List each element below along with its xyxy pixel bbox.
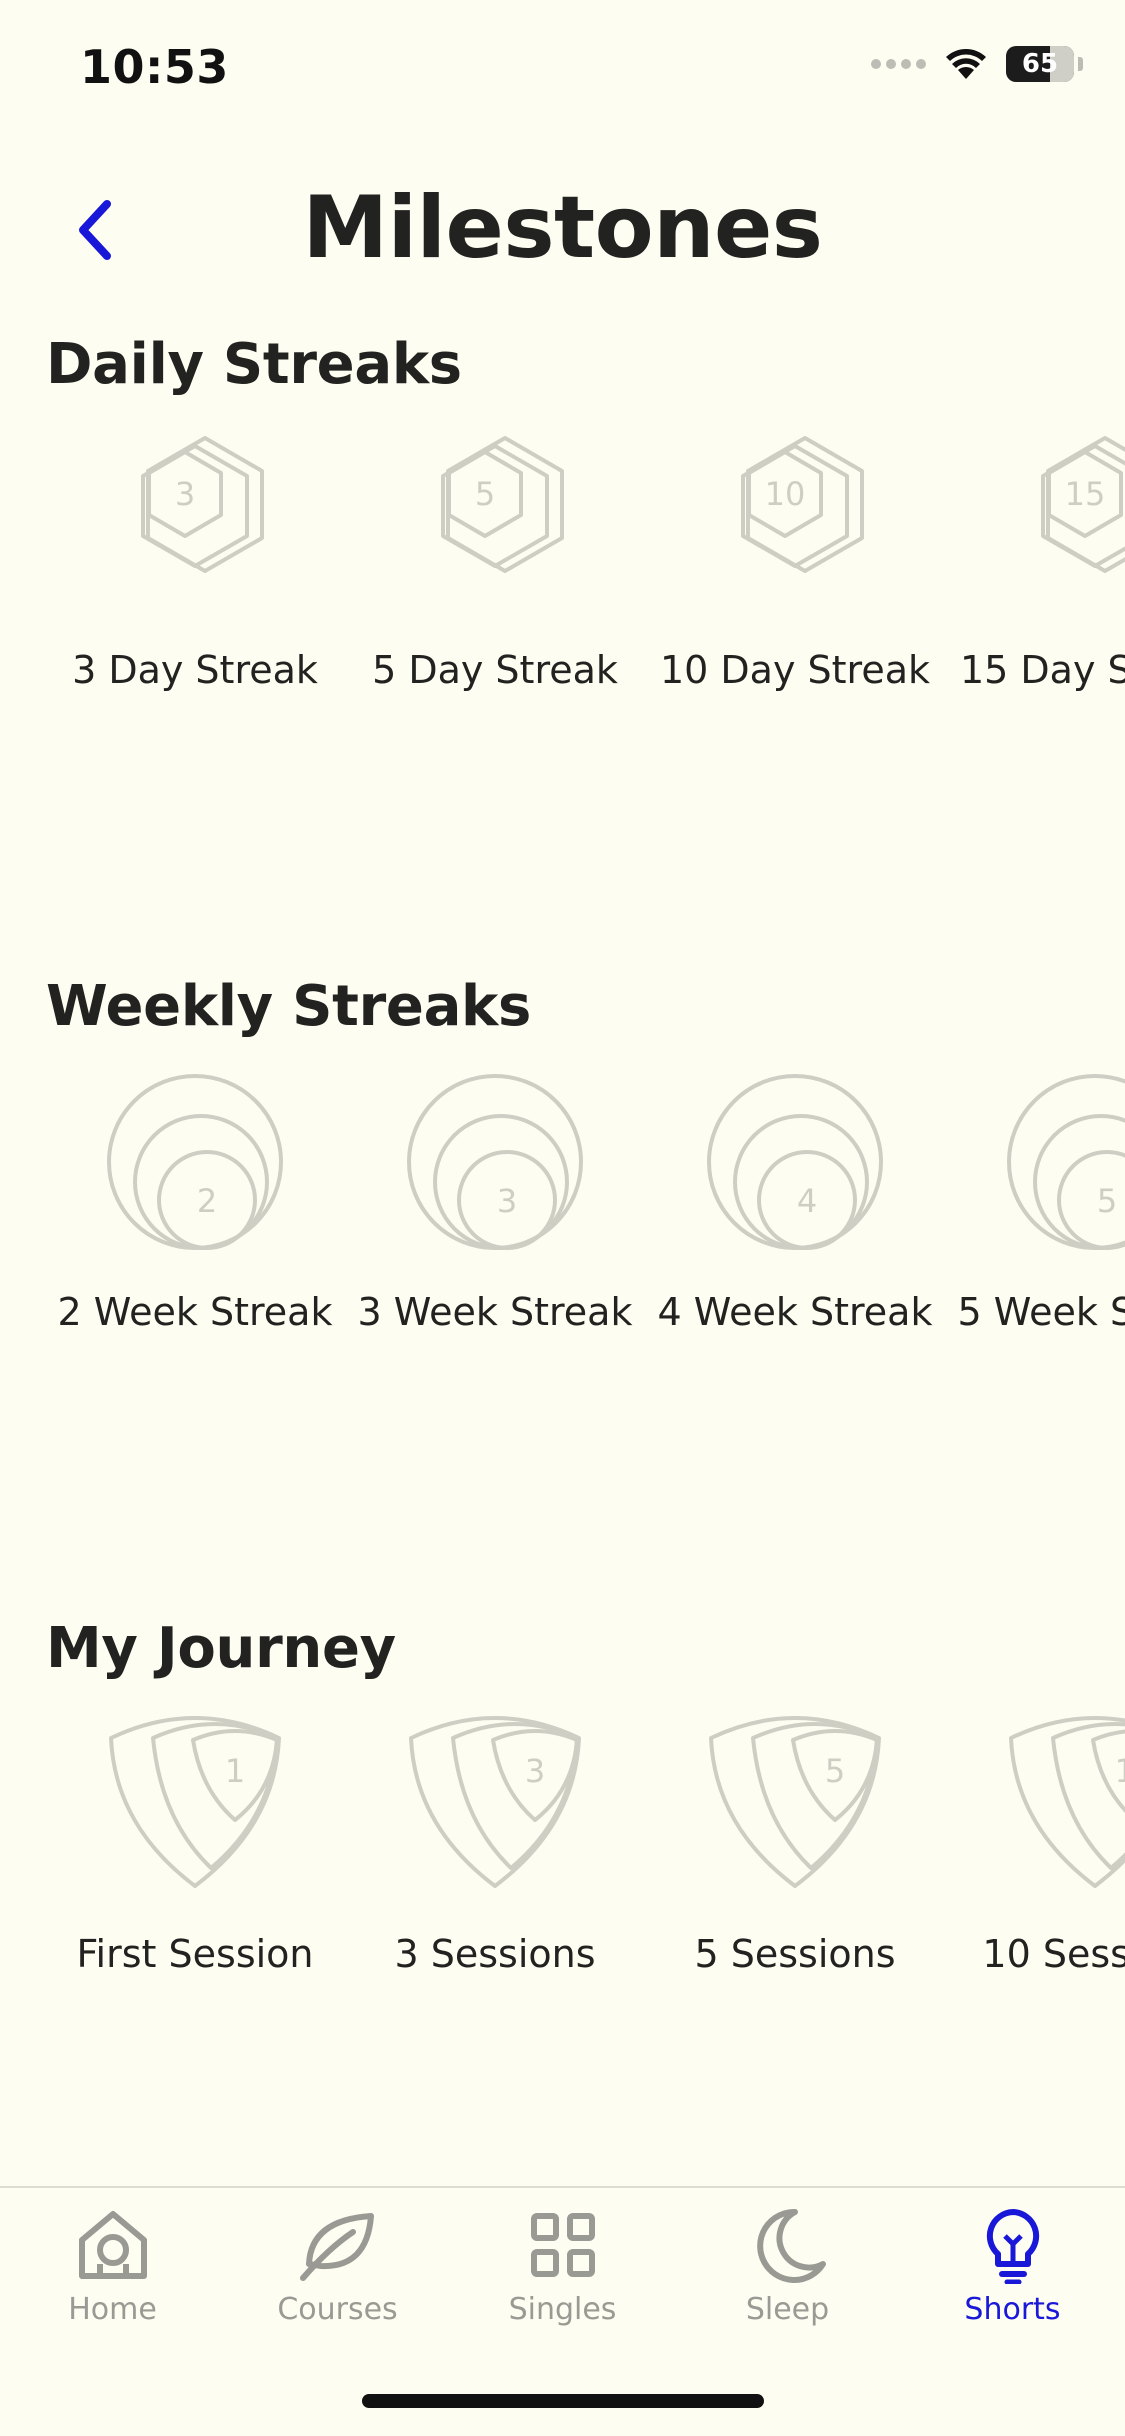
battery-icon: 65 — [1006, 46, 1074, 82]
svg-text:5: 5 — [825, 1752, 845, 1790]
svg-text:3: 3 — [525, 1752, 545, 1790]
svg-text:3: 3 — [175, 475, 195, 513]
battery-tip — [1078, 57, 1083, 71]
badge-label: First Session — [76, 1932, 314, 1976]
tab-singles[interactable]: Singles — [450, 2206, 675, 2356]
status-icons: 65 — [871, 46, 1083, 82]
badge-label: 5 Week Streak — [957, 1290, 1125, 1334]
tab-label: Singles — [508, 2292, 617, 2327]
hexagon-badge-icon: 10 — [741, 436, 864, 573]
wifi-icon — [946, 49, 986, 79]
badge-row: 1 First Session 3 3 Sessions 5 5 Session… — [0, 1716, 1125, 2046]
cellular-signal-icon — [871, 59, 926, 69]
badge-label: 5 Day Streak — [372, 648, 618, 692]
svg-text:2: 2 — [197, 1182, 217, 1220]
badge-2-week-streak[interactable]: 2 2 Week Streak — [45, 1074, 345, 1404]
tab-label: Shorts — [964, 2292, 1061, 2327]
status-time: 10:53 — [80, 40, 229, 94]
svg-text:3: 3 — [497, 1182, 517, 1220]
circle-badge-icon: 5 — [1007, 1074, 1125, 1250]
shield-badge-icon: 10 — [1009, 1716, 1125, 1888]
circle-badge-icon: 4 — [707, 1074, 883, 1250]
badge-4-week-streak[interactable]: 4 4 Week Streak — [645, 1074, 945, 1404]
tab-sleep[interactable]: Sleep — [675, 2206, 900, 2356]
svg-text:10: 10 — [1115, 1752, 1125, 1790]
hexagon-badge-icon: 3 — [141, 436, 264, 573]
badge-10-sessions[interactable]: 10 10 Sessions — [945, 1716, 1125, 2046]
tab-shorts[interactable]: Shorts — [900, 2206, 1125, 2356]
svg-text:15: 15 — [1065, 475, 1106, 513]
badge-row: 3 3 Day Streak 5 5 Day Streak 10 10 Day … — [0, 432, 1125, 762]
badge-label: 3 Day Streak — [72, 648, 318, 692]
badge-label: 10 Day Streak — [659, 648, 931, 692]
badge-row: 2 2 Week Streak 3 3 Week Streak 4 4 Week… — [0, 1074, 1125, 1404]
svg-text:1: 1 — [225, 1752, 245, 1790]
badge-5-day-streak[interactable]: 5 5 Day Streak — [345, 432, 645, 762]
badge-3-week-streak[interactable]: 3 3 Week Streak — [345, 1074, 645, 1404]
shield-badge-icon: 1 — [109, 1716, 281, 1888]
badge-5-sessions[interactable]: 5 5 Sessions — [645, 1716, 945, 2046]
badge-3-day-streak[interactable]: 3 3 Day Streak — [45, 432, 345, 762]
tab-label: Sleep — [745, 2292, 830, 2327]
tab-label: Courses — [277, 2292, 398, 2327]
home-icon — [78, 2211, 147, 2279]
badge-label: 5 Sessions — [694, 1932, 896, 1976]
tab-courses[interactable]: Courses — [225, 2206, 450, 2356]
badge-label: 10 Sessions — [982, 1932, 1125, 1976]
badge-15-day-streak[interactable]: 15 15 Day Streak — [945, 432, 1125, 762]
circle-badge-icon: 2 — [107, 1074, 283, 1250]
badge-5-week-streak[interactable]: 5 5 Week Streak — [945, 1074, 1125, 1404]
home-indicator[interactable] — [362, 2394, 764, 2408]
svg-text:5: 5 — [475, 475, 495, 513]
badge-label: 3 Sessions — [394, 1932, 596, 1976]
shield-badge-icon: 3 — [409, 1716, 581, 1888]
section-title: Weekly Streaks — [46, 974, 532, 1039]
section-title: Daily Streaks — [46, 332, 462, 397]
moon-icon — [756, 2208, 826, 2283]
svg-text:10: 10 — [765, 475, 806, 513]
badge-label: 4 Week Streak — [657, 1290, 933, 1334]
leaf-icon — [299, 2213, 374, 2281]
page-title: Milestones — [302, 178, 824, 278]
hexagon-badge-icon: 15 — [1041, 436, 1125, 573]
badge-first-session[interactable]: 1 First Session — [45, 1716, 345, 2046]
tab-label: Home — [68, 2292, 157, 2327]
tab-home[interactable]: Home — [0, 2206, 225, 2356]
svg-text:5: 5 — [1097, 1182, 1117, 1220]
grid-icon — [530, 2213, 595, 2277]
badge-label: 15 Day Streak — [959, 648, 1125, 692]
shield-badge-icon: 5 — [709, 1716, 881, 1888]
circle-badge-icon: 3 — [407, 1074, 583, 1250]
section-title: My Journey — [46, 1616, 396, 1681]
hexagon-badge-icon: 5 — [441, 436, 564, 573]
badge-label: 2 Week Streak — [57, 1290, 333, 1334]
svg-text:4: 4 — [797, 1182, 817, 1220]
lightbulb-icon — [986, 2209, 1039, 2284]
battery-level: 65 — [1021, 49, 1059, 79]
badge-10-day-streak[interactable]: 10 10 Day Streak — [645, 432, 945, 762]
badge-label: 3 Week Streak — [357, 1290, 633, 1334]
milestones-screen: 10:53 65 Milestones Daily Streaks 3 3 Da… — [0, 0, 1125, 2436]
badge-3-sessions[interactable]: 3 3 Sessions — [345, 1716, 645, 2046]
